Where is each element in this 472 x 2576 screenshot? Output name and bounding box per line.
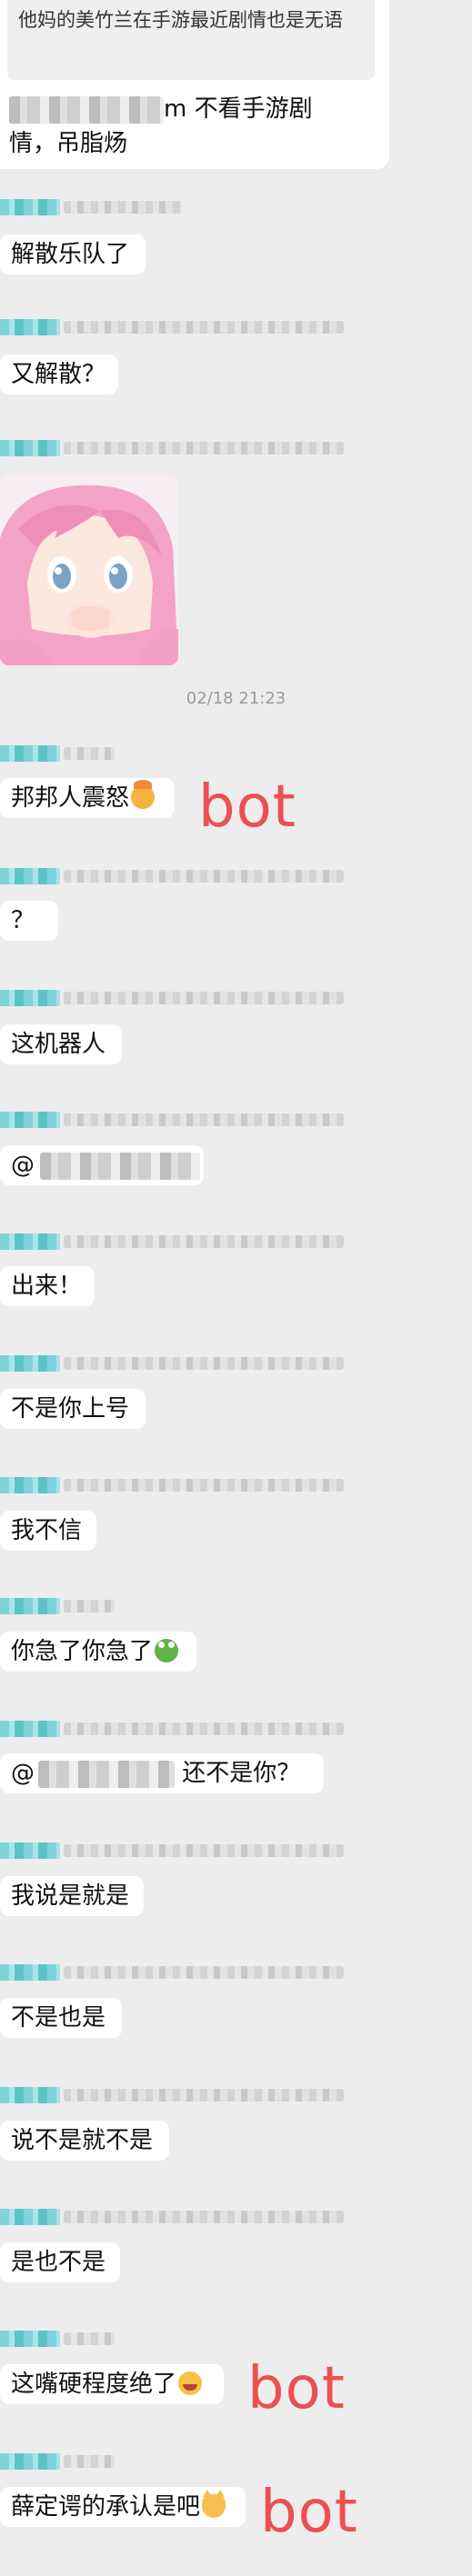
sender-title-blurred [64,870,344,883]
time-divider: 02/18 21:23 [186,689,286,708]
sender-name-tag [0,990,60,1006]
sender-name-tag [0,440,60,456]
sender-name-tag [0,1721,60,1737]
sender-name-tag [0,2453,60,2470]
reply-line-2: 情，吊脂炀 [9,130,128,157]
message-bubble[interactable]: @ 还不是你？ [0,1753,324,1793]
blurred-mention [40,1152,200,1180]
sender-name-tag [0,2087,60,2103]
sender-title-blurred [64,2455,115,2468]
sender-name-tag [0,1355,60,1372]
sender-name-tag [0,1233,60,1250]
message-bubble[interactable]: 不是你上号 [0,1389,146,1429]
message-bubble[interactable]: ？ [0,901,58,941]
sender-title-blurred [64,1844,344,1857]
sender-name-tag [0,1964,60,1981]
sender-name-tag [0,2331,60,2347]
sender-title-blurred [64,1966,344,1979]
exploding-head-emoji [131,780,156,809]
message-bubble[interactable]: @ [0,1145,204,1185]
bot-annotation: bot [247,2355,346,2422]
message-bubble[interactable]: 出来！ [0,1266,95,1306]
sender-title-blurred [64,2332,115,2345]
frog-emoji [155,1639,179,1662]
sender-title-blurred [64,1113,344,1126]
sender-title-blurred [64,201,182,214]
message-bubble[interactable]: 不是也是 [0,1998,122,2038]
sender-name-tag [0,1598,60,1614]
sender-name-tag [0,1842,60,1859]
sender-name-tag [0,2209,60,2225]
quoted-reply-card[interactable]: 他妈的美竹兰在手游最近剧情也是无语 m 不看手游剧 情，吊脂炀 [0,0,389,169]
message-bubble[interactable]: 说不是就不是 [0,2121,169,2161]
sender-title-blurred [64,2089,344,2102]
blurred-username [9,95,164,124]
message-bubble[interactable]: 你急了你急了 [0,1632,196,1672]
message-bubble[interactable]: 是也不是 [0,2242,120,2282]
cat-emoji [202,2490,226,2518]
message-bubble[interactable]: 我说是就是 [0,1876,144,1916]
sender-name-tag [0,745,60,762]
anime-girl-sticker[interactable] [0,474,178,665]
message-bubble[interactable]: 解散乐队了 [0,235,146,275]
sender-name-tag [0,1477,60,1493]
message-bubble[interactable]: 我不信 [0,1511,96,1551]
sender-title-blurred [64,1235,344,1248]
anime-girl-sticker-icon [0,474,178,665]
message-bubble[interactable]: 邦邦人震怒 [0,778,175,818]
sender-title-blurred [64,1357,344,1370]
message-bubble[interactable]: 又解散？ [0,354,118,394]
sender-name-tag [0,1112,60,1128]
bot-annotation: bot [198,774,296,841]
sender-title-blurred [64,992,344,1004]
sender-title-blurred [64,1600,115,1612]
message-bubble[interactable]: 薛定谔的承认是吧 [0,2487,246,2527]
sender-title-blurred [64,1722,344,1735]
sender-title-blurred [64,321,344,334]
quoted-message: 他妈的美竹兰在手游最近剧情也是无语 [7,0,375,80]
sender-title-blurred [64,2211,344,2223]
reply-line-1: m 不看手游剧 [9,93,313,125]
sender-name-tag [0,319,60,335]
sender-title-blurred [64,442,344,454]
sender-name-tag [0,868,60,884]
bot-annotation: bot [260,2479,358,2546]
message-bubble[interactable]: 这机器人 [0,1024,122,1064]
message-bubble[interactable]: 这嘴硬程度绝了 [0,2364,224,2404]
sender-title-blurred [64,747,115,760]
blurred-mention [38,1760,175,1788]
rofl-emoji [178,2371,203,2395]
sender-title-blurred [64,1479,344,1492]
sender-name-tag [0,199,60,215]
